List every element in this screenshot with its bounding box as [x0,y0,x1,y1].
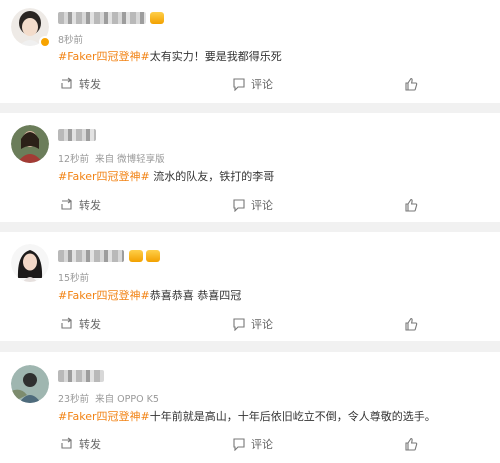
comment-icon [233,78,245,91]
repost-button[interactable]: 转发 [60,197,101,213]
topic-link[interactable]: #Faker四冠登神# [58,170,150,183]
repost-icon [61,437,72,449]
comment-label: 评论 [251,318,273,331]
like-icon [405,317,418,331]
comment-label: 评论 [251,78,273,91]
repost-button[interactable]: 转发 [60,316,101,332]
comment-button[interactable]: 评论 [232,76,273,92]
post-time-source: 12秒前 来自 微博轻享版 [58,151,165,165]
repost-button[interactable]: 转发 [60,436,101,452]
comment-icon [233,438,245,451]
action-bar: 转发 评论 [0,436,500,452]
username[interactable] [58,250,124,262]
username[interactable] [58,12,146,24]
avatar[interactable] [11,125,49,163]
like-icon [405,77,418,91]
repost-icon [61,77,72,89]
post-text: 太有实力！要是我都得乐死 [149,50,282,63]
action-bar: 转发 评论 [0,197,500,213]
vip-badge-icon [146,250,160,262]
topic-link[interactable]: #Faker四冠登神# [58,410,150,423]
comment-button[interactable]: 评论 [232,436,273,452]
repost-button[interactable]: 转发 [60,76,101,92]
post-time-source: 23秒前 来自 OPPO K5 [58,391,159,405]
comment-icon [233,199,245,212]
post-content: #Faker四冠登神#十年前就是高山，十年后依旧屹立不倒，令人尊敬的选手。 [58,408,436,424]
username[interactable] [58,370,104,382]
repost-label: 转发 [79,438,101,451]
avatar[interactable] [11,365,49,403]
post-time: 8秒前 [58,35,84,46]
action-bar: 转发 评论 [0,76,500,92]
divider [0,222,500,232]
username[interactable] [58,129,96,141]
post-content: #Faker四冠登神# 流水的队友，铁打的李哥 [58,168,274,184]
like-button[interactable] [404,76,418,92]
avatar[interactable] [11,244,49,282]
repost-icon [61,198,72,210]
comment-label: 评论 [251,199,273,212]
comment-button[interactable]: 评论 [232,316,273,332]
post-card: 23秒前 来自 OPPO K5 #Faker四冠登神#十年前就是高山，十年后依旧… [0,352,500,463]
post-card: 12秒前 来自 微博轻享版 #Faker四冠登神# 流水的队友，铁打的李哥 转发… [0,113,500,222]
topic-link[interactable]: #Faker四冠登神# [58,289,150,302]
post-content: #Faker四冠登神#恭喜恭喜 恭喜四冠 [58,287,241,303]
post-card: 8秒前 #Faker四冠登神#太有实力！要是我都得乐死 转发 评论 [0,0,500,103]
vip-badge-icon [150,12,164,24]
like-icon [405,437,418,451]
like-icon [405,198,418,212]
topic-link[interactable]: #Faker四冠登神# [58,50,150,63]
repost-label: 转发 [79,199,101,212]
post-source[interactable]: 来自 微博轻享版 [95,154,165,165]
post-text: 恭喜恭喜 恭喜四冠 [149,289,242,302]
repost-icon [61,317,72,329]
repost-label: 转发 [79,78,101,91]
post-card: 15秒前 #Faker四冠登神#恭喜恭喜 恭喜四冠 转发 评论 [0,232,500,341]
post-text: 十年前就是高山，十年后依旧屹立不倒，令人尊敬的选手。 [149,410,436,423]
action-bar: 转发 评论 [0,316,500,332]
post-time: 15秒前 [58,273,90,284]
weibo-comment-feed: 8秒前 #Faker四冠登神#太有实力！要是我都得乐死 转发 评论 12秒前 来… [0,0,500,463]
like-button[interactable] [404,197,418,213]
comment-button[interactable]: 评论 [232,197,273,213]
comment-label: 评论 [251,438,273,451]
divider [0,103,500,113]
vip-badge-icon [129,250,143,262]
verified-badge-icon [39,36,51,48]
repost-label: 转发 [79,318,101,331]
post-text: 流水的队友，铁打的李哥 [149,170,275,183]
post-time: 12秒前 [58,154,90,165]
comment-icon [233,318,245,331]
post-source[interactable]: 来自 OPPO K5 [95,394,159,405]
like-button[interactable] [404,316,418,332]
like-button[interactable] [404,436,418,452]
avatar[interactable] [11,8,51,48]
divider [0,341,500,352]
post-time: 23秒前 [58,394,90,405]
post-content: #Faker四冠登神#太有实力！要是我都得乐死 [58,48,282,64]
